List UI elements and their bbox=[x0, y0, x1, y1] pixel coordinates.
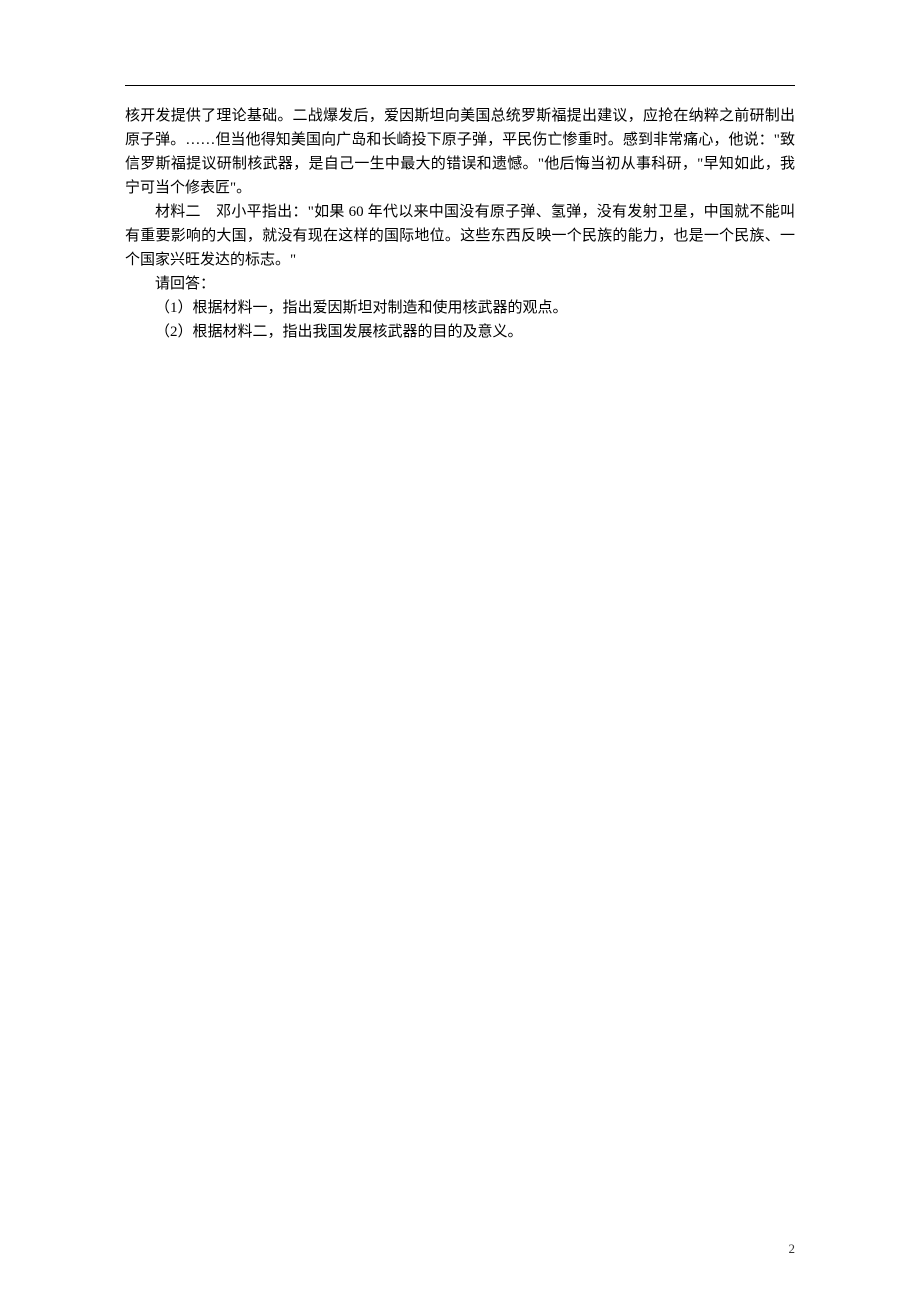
paragraph-question-1: （1）根据材料一，指出爱因斯坦对制造和使用核武器的观点。 bbox=[125, 296, 795, 320]
paragraph-question-2: （2）根据材料二，指出我国发展核武器的目的及意义。 bbox=[125, 320, 795, 344]
page-content: 核开发提供了理论基础。二战爆发后，爱因斯坦向美国总统罗斯福提出建议，应抢在纳粹之… bbox=[0, 0, 920, 404]
page-number: 2 bbox=[789, 1239, 796, 1260]
paragraph-question-prompt: 请回答： bbox=[125, 272, 795, 296]
paragraph-continuation: 核开发提供了理论基础。二战爆发后，爱因斯坦向美国总统罗斯福提出建议，应抢在纳粹之… bbox=[125, 104, 795, 200]
paragraph-material-2: 材料二 邓小平指出："如果 60 年代以来中国没有原子弹、氢弹，没有发射卫星，中… bbox=[125, 200, 795, 272]
horizontal-rule bbox=[125, 85, 795, 86]
